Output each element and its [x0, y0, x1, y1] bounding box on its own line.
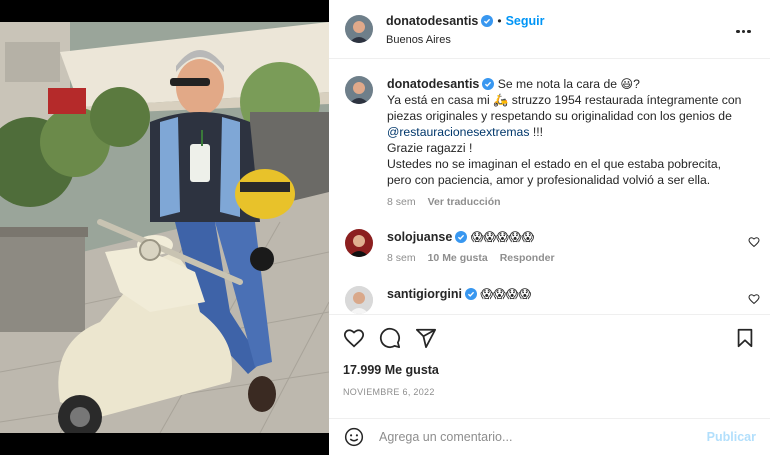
caption-username[interactable]: donatodesantis: [387, 77, 479, 91]
reply-button[interactable]: Responder: [500, 252, 555, 264]
comment-2-username[interactable]: santigiorgini: [387, 287, 462, 301]
header-username[interactable]: donatodesantis: [386, 14, 478, 28]
comment-avatar[interactable]: [345, 229, 373, 257]
comment-input[interactable]: [379, 427, 699, 447]
comment-1-likes[interactable]: 10 Me gusta: [428, 252, 488, 264]
follow-button[interactable]: Seguir: [506, 14, 545, 28]
post-photo[interactable]: [0, 22, 329, 433]
caption-mention-suffix: !!!: [529, 125, 543, 139]
caption-line-3: piezas originales y respetando su origin…: [387, 109, 732, 123]
caption-text-2b: struzzo 1954 restaurada íntegramente con: [511, 93, 742, 107]
caption: donatodesantis Se me nota la cara de 😃? …: [387, 76, 757, 210]
comment-1-text: 😱😱😱😱😱: [470, 230, 535, 244]
add-comment-bar: Publicar: [329, 418, 770, 455]
caption-emoji-1: 😃: [620, 77, 634, 91]
heart-icon[interactable]: [748, 293, 760, 305]
caption-line-1: donatodesantis Se me nota la cara de 😃?: [387, 76, 757, 92]
verified-badge-icon: [482, 78, 495, 90]
avatar-image: [345, 15, 373, 43]
comment-1-meta: 8 sem 10 Me gusta Responder: [387, 252, 555, 264]
avatar[interactable]: [345, 15, 373, 43]
caption-time[interactable]: 8 sem: [387, 196, 416, 208]
scooter-emoji: 🛵: [493, 93, 509, 107]
caption-text-1-end: ?: [633, 77, 640, 91]
avatar-image: [345, 76, 373, 104]
mention-link[interactable]: @restauracionesextremas: [387, 125, 529, 139]
caption-meta: 8 sem Ver traducción: [387, 194, 757, 210]
emoji-icon[interactable]: [344, 427, 364, 447]
bookmark-icon[interactable]: [734, 327, 756, 349]
avatar-image: [345, 286, 373, 314]
verified-badge-icon: [465, 288, 477, 300]
heart-icon[interactable]: [748, 236, 760, 248]
caption-line-7: pero con paciencia, amor y profesionalid…: [387, 173, 711, 187]
likes-count[interactable]: 17.999 Me gusta: [343, 363, 439, 377]
caption-line-5: Grazie ragazzi !: [387, 141, 473, 155]
caption-text-1: Se me nota la cara de: [497, 77, 618, 91]
caption-line-4: @restauracionesextremas !!!: [387, 124, 757, 140]
header-user-line: donatodesantis • Seguir: [386, 14, 544, 28]
comment-1-username[interactable]: solojuanse: [387, 230, 452, 244]
see-translation-link[interactable]: Ver traducción: [428, 196, 501, 208]
post-sidebar: donatodesantis • Seguir Buenos Aires donat…: [329, 0, 770, 455]
comment-icon[interactable]: [379, 327, 401, 349]
post-photo-illustration: [0, 22, 329, 433]
avatar-image: [345, 229, 373, 257]
verified-badge-icon: [455, 231, 468, 243]
comments-section: donatodesantis Se me nota la cara de 😃? …: [329, 60, 770, 314]
comment-1-body: solojuanse 😱😱😱😱😱: [387, 230, 534, 244]
comment-1-time[interactable]: 8 sem: [387, 252, 416, 264]
post-date[interactable]: Noviembre 6, 2022: [343, 387, 435, 397]
location-link[interactable]: Buenos Aires: [386, 34, 451, 46]
more-options-icon[interactable]: [736, 22, 754, 33]
like-heart-icon[interactable]: [343, 327, 365, 349]
comment-2-text: 😱😱😱😱: [480, 287, 532, 301]
post-header: donatodesantis • Seguir Buenos Aires: [329, 0, 770, 59]
caption-text-2a: Ya está en casa mi: [387, 93, 490, 107]
caption-line-6: Ustedes no se imaginan el estado en el q…: [387, 157, 722, 171]
publish-button[interactable]: Publicar: [707, 430, 756, 444]
post-actions: 17.999 Me gusta Noviembre 6, 2022: [329, 314, 770, 420]
comment-avatar[interactable]: [345, 286, 373, 314]
header-separator: •: [497, 14, 502, 28]
caption-line-2: Ya está en casa mi 🛵 struzzo 1954 restau…: [387, 92, 757, 108]
share-icon[interactable]: [415, 327, 437, 349]
comment-2-body: santigiorgini 😱😱😱😱: [387, 287, 531, 301]
verified-badge-icon: [481, 15, 494, 27]
caption-avatar[interactable]: [345, 76, 373, 104]
